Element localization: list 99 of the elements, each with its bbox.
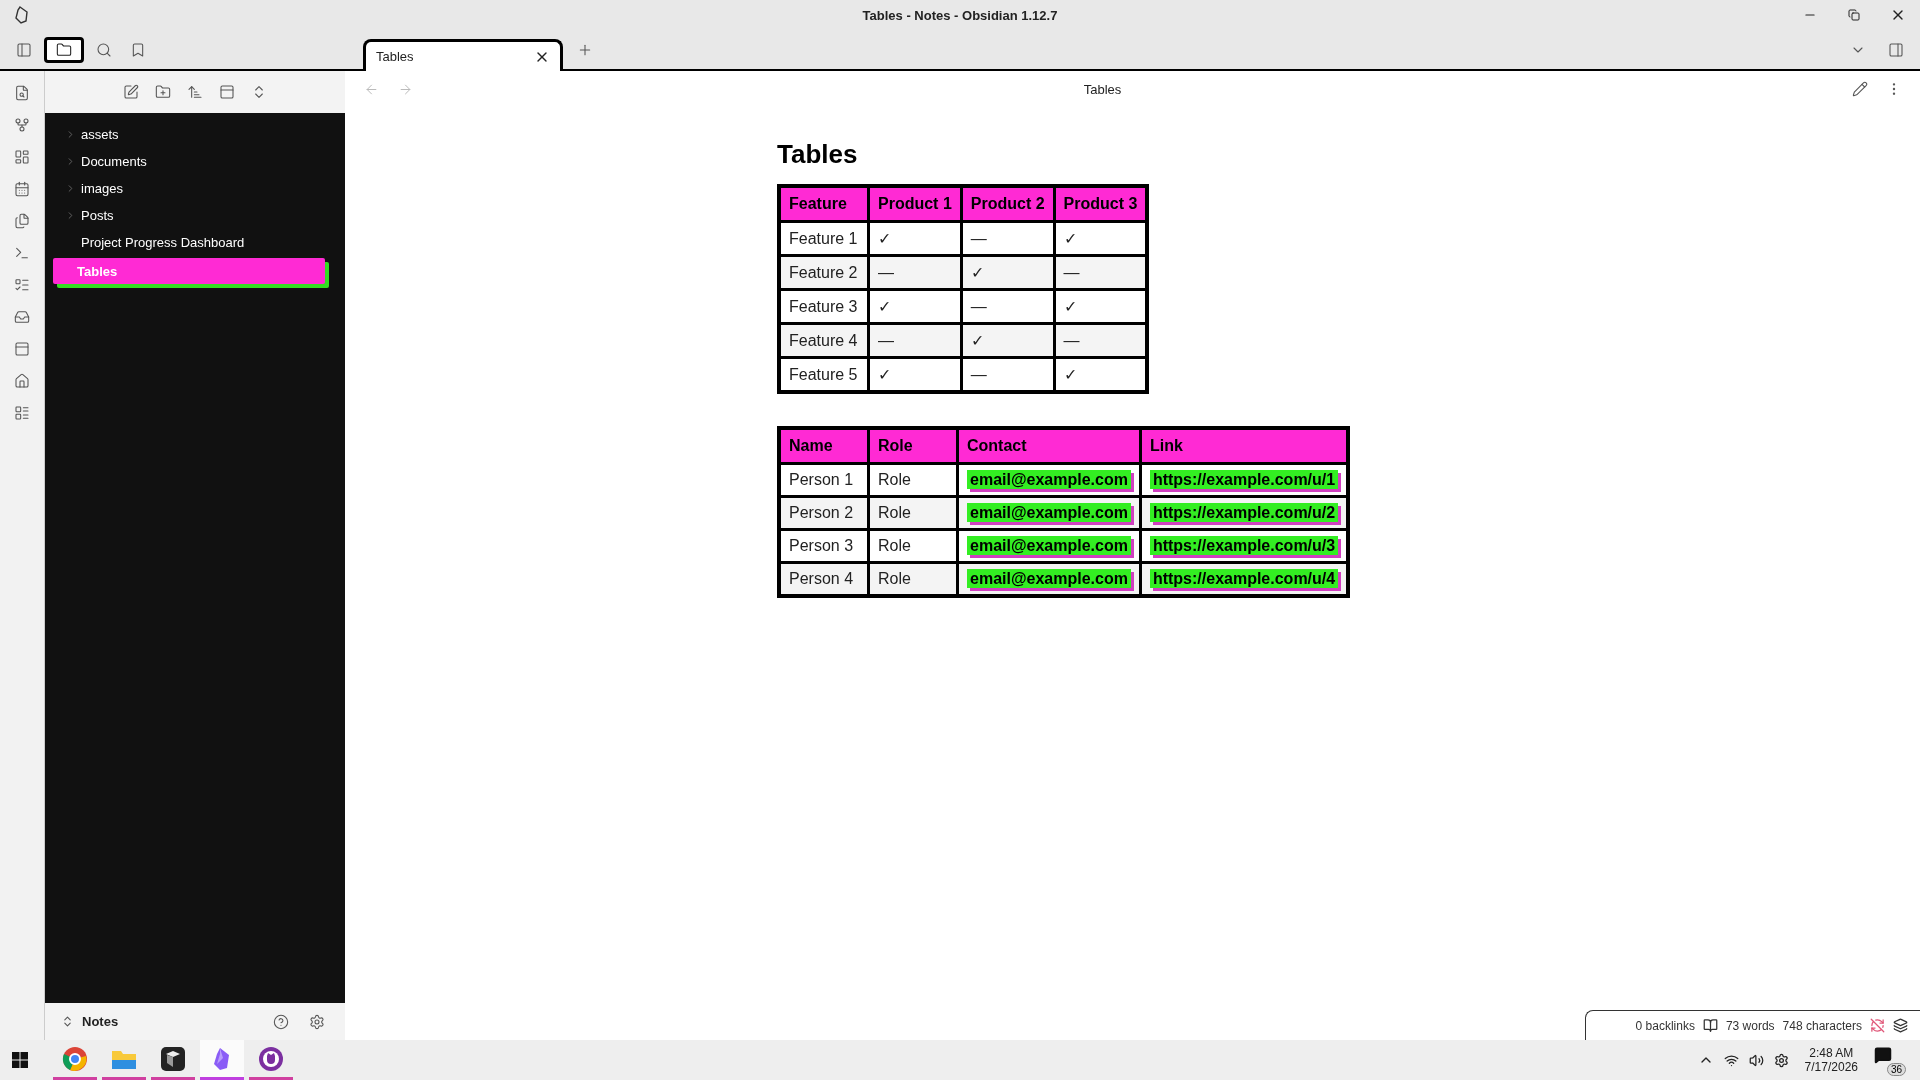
highlighted-text: https://example.com/u/2 (1149, 503, 1339, 522)
folder-item[interactable]: assets (57, 121, 333, 148)
chevrons-icon (61, 1015, 74, 1028)
bookmark-icon (130, 41, 146, 58)
table-cell: Role (868, 529, 958, 563)
table-cell: — (868, 255, 962, 290)
table-cell: — (1054, 255, 1148, 290)
header-cell: Contact (957, 428, 1141, 464)
folder-item[interactable]: images (57, 175, 333, 202)
files-view-button[interactable] (44, 36, 84, 63)
table-cell: — (961, 221, 1055, 256)
backlinks-count[interactable]: 0 backlinks (1635, 1018, 1695, 1033)
app-logo-icon (14, 6, 30, 24)
window-title: Tables - Notes - Obsidian 1.12.7 (862, 7, 1058, 23)
highlighted-text: email@example.com (967, 470, 1131, 489)
table-cell: Role (868, 496, 958, 530)
settings-icon[interactable] (1773, 1052, 1789, 1068)
header-cell: Product 1 (868, 186, 962, 222)
search-icon (96, 41, 112, 58)
home-icon (14, 373, 30, 389)
word-count: 73 words (1725, 1018, 1775, 1033)
highlighted-text: email@example.com (967, 503, 1131, 522)
table-cell: Feature 5 (779, 357, 869, 392)
cube-icon (161, 1046, 185, 1071)
restore-icon (1848, 9, 1860, 21)
note-title: Tables (1082, 81, 1123, 97)
sync-off-icon[interactable] (1870, 1018, 1885, 1033)
table-cell: — (1054, 323, 1148, 358)
graph-icon (14, 117, 30, 133)
folder-plus-icon (155, 84, 171, 100)
highlighted-text: https://example.com/u/1 (1149, 470, 1339, 489)
table-cell: ✓ (1054, 289, 1148, 324)
table-cell: — (961, 357, 1055, 392)
panel-icon (16, 41, 32, 58)
window-icon (14, 341, 30, 357)
gem-icon (212, 1046, 232, 1071)
highlighted-text: https://example.com/u/4 (1149, 569, 1339, 588)
volume-icon[interactable] (1748, 1052, 1764, 1068)
header-cell: Name (779, 428, 869, 464)
note-tab[interactable]: Tables (363, 39, 563, 71)
header-cell: Link (1140, 428, 1349, 464)
table-cell: ✓ (1054, 357, 1148, 392)
table-cell: ✓ (961, 323, 1055, 358)
table-cell: Person 2 (779, 496, 869, 530)
table-cell: Feature 4 (779, 323, 869, 358)
highlighted-text: email@example.com (967, 536, 1131, 555)
table-cell: ✓ (961, 255, 1055, 290)
browser-icon (62, 1045, 88, 1072)
wifi-icon[interactable] (1723, 1052, 1739, 1068)
calendar-icon (14, 181, 30, 197)
window-icon (219, 84, 235, 100)
sort-icon (187, 84, 203, 100)
settings-icon (309, 1013, 325, 1030)
clock[interactable]: 2:48 AM 7/17/2026 (1804, 1046, 1858, 1074)
inbox-icon (14, 309, 30, 325)
table-cell: ✓ (1054, 221, 1148, 256)
start-icon[interactable] (12, 1052, 28, 1068)
notification-count: 36 (1886, 1063, 1906, 1076)
pen-square-icon (123, 84, 139, 100)
highlighted-text: email@example.com (967, 569, 1131, 588)
table-cell: — (868, 323, 962, 358)
stack-icon[interactable] (1893, 1018, 1908, 1033)
table-cell: Feature 3 (779, 289, 869, 324)
message-icon (1874, 1046, 1892, 1064)
table-cell: Feature 2 (779, 255, 869, 290)
checklist-icon (14, 277, 30, 293)
cat-icon (258, 1045, 284, 1072)
table-cell: ✓ (868, 357, 962, 392)
grid-icon (14, 149, 30, 165)
table-cell: Feature 1 (779, 221, 869, 256)
table-cell: ✓ (868, 221, 962, 256)
vault-switcher[interactable]: Notes (61, 1014, 119, 1029)
folder-item[interactable]: Documents (57, 148, 333, 175)
table-cell: Role (868, 463, 958, 497)
table-cell: ✓ (868, 289, 962, 324)
highlighted-text: https://example.com/u/3 (1149, 536, 1339, 555)
help-icon (273, 1013, 289, 1030)
folder-icon (56, 41, 72, 58)
header-cell: Feature (779, 186, 869, 222)
panel-icon (1888, 41, 1904, 58)
arrow-right-icon (397, 81, 413, 97)
table-cell: Role (868, 562, 958, 596)
folder-item[interactable]: Posts (57, 202, 333, 229)
table-cell: Person 3 (779, 529, 869, 563)
file-search-icon (14, 85, 30, 101)
terminal-icon (14, 245, 30, 261)
pencil-icon (1852, 81, 1868, 97)
file-item[interactable]: Project Progress Dashboard (57, 229, 333, 256)
character-count: 748 characters (1782, 1018, 1862, 1033)
book-icon[interactable] (1702, 1018, 1718, 1033)
note-heading: Tables (777, 139, 859, 170)
table-cell: Person 4 (779, 562, 869, 596)
table-cell: — (961, 289, 1055, 324)
table-cell: Person 1 (779, 463, 869, 497)
header-cell: Product 2 (961, 186, 1055, 222)
header-cell: Product 3 (1054, 186, 1148, 222)
header-cell: Role (868, 428, 958, 464)
list-icon (14, 405, 30, 421)
files-icon (14, 213, 30, 229)
